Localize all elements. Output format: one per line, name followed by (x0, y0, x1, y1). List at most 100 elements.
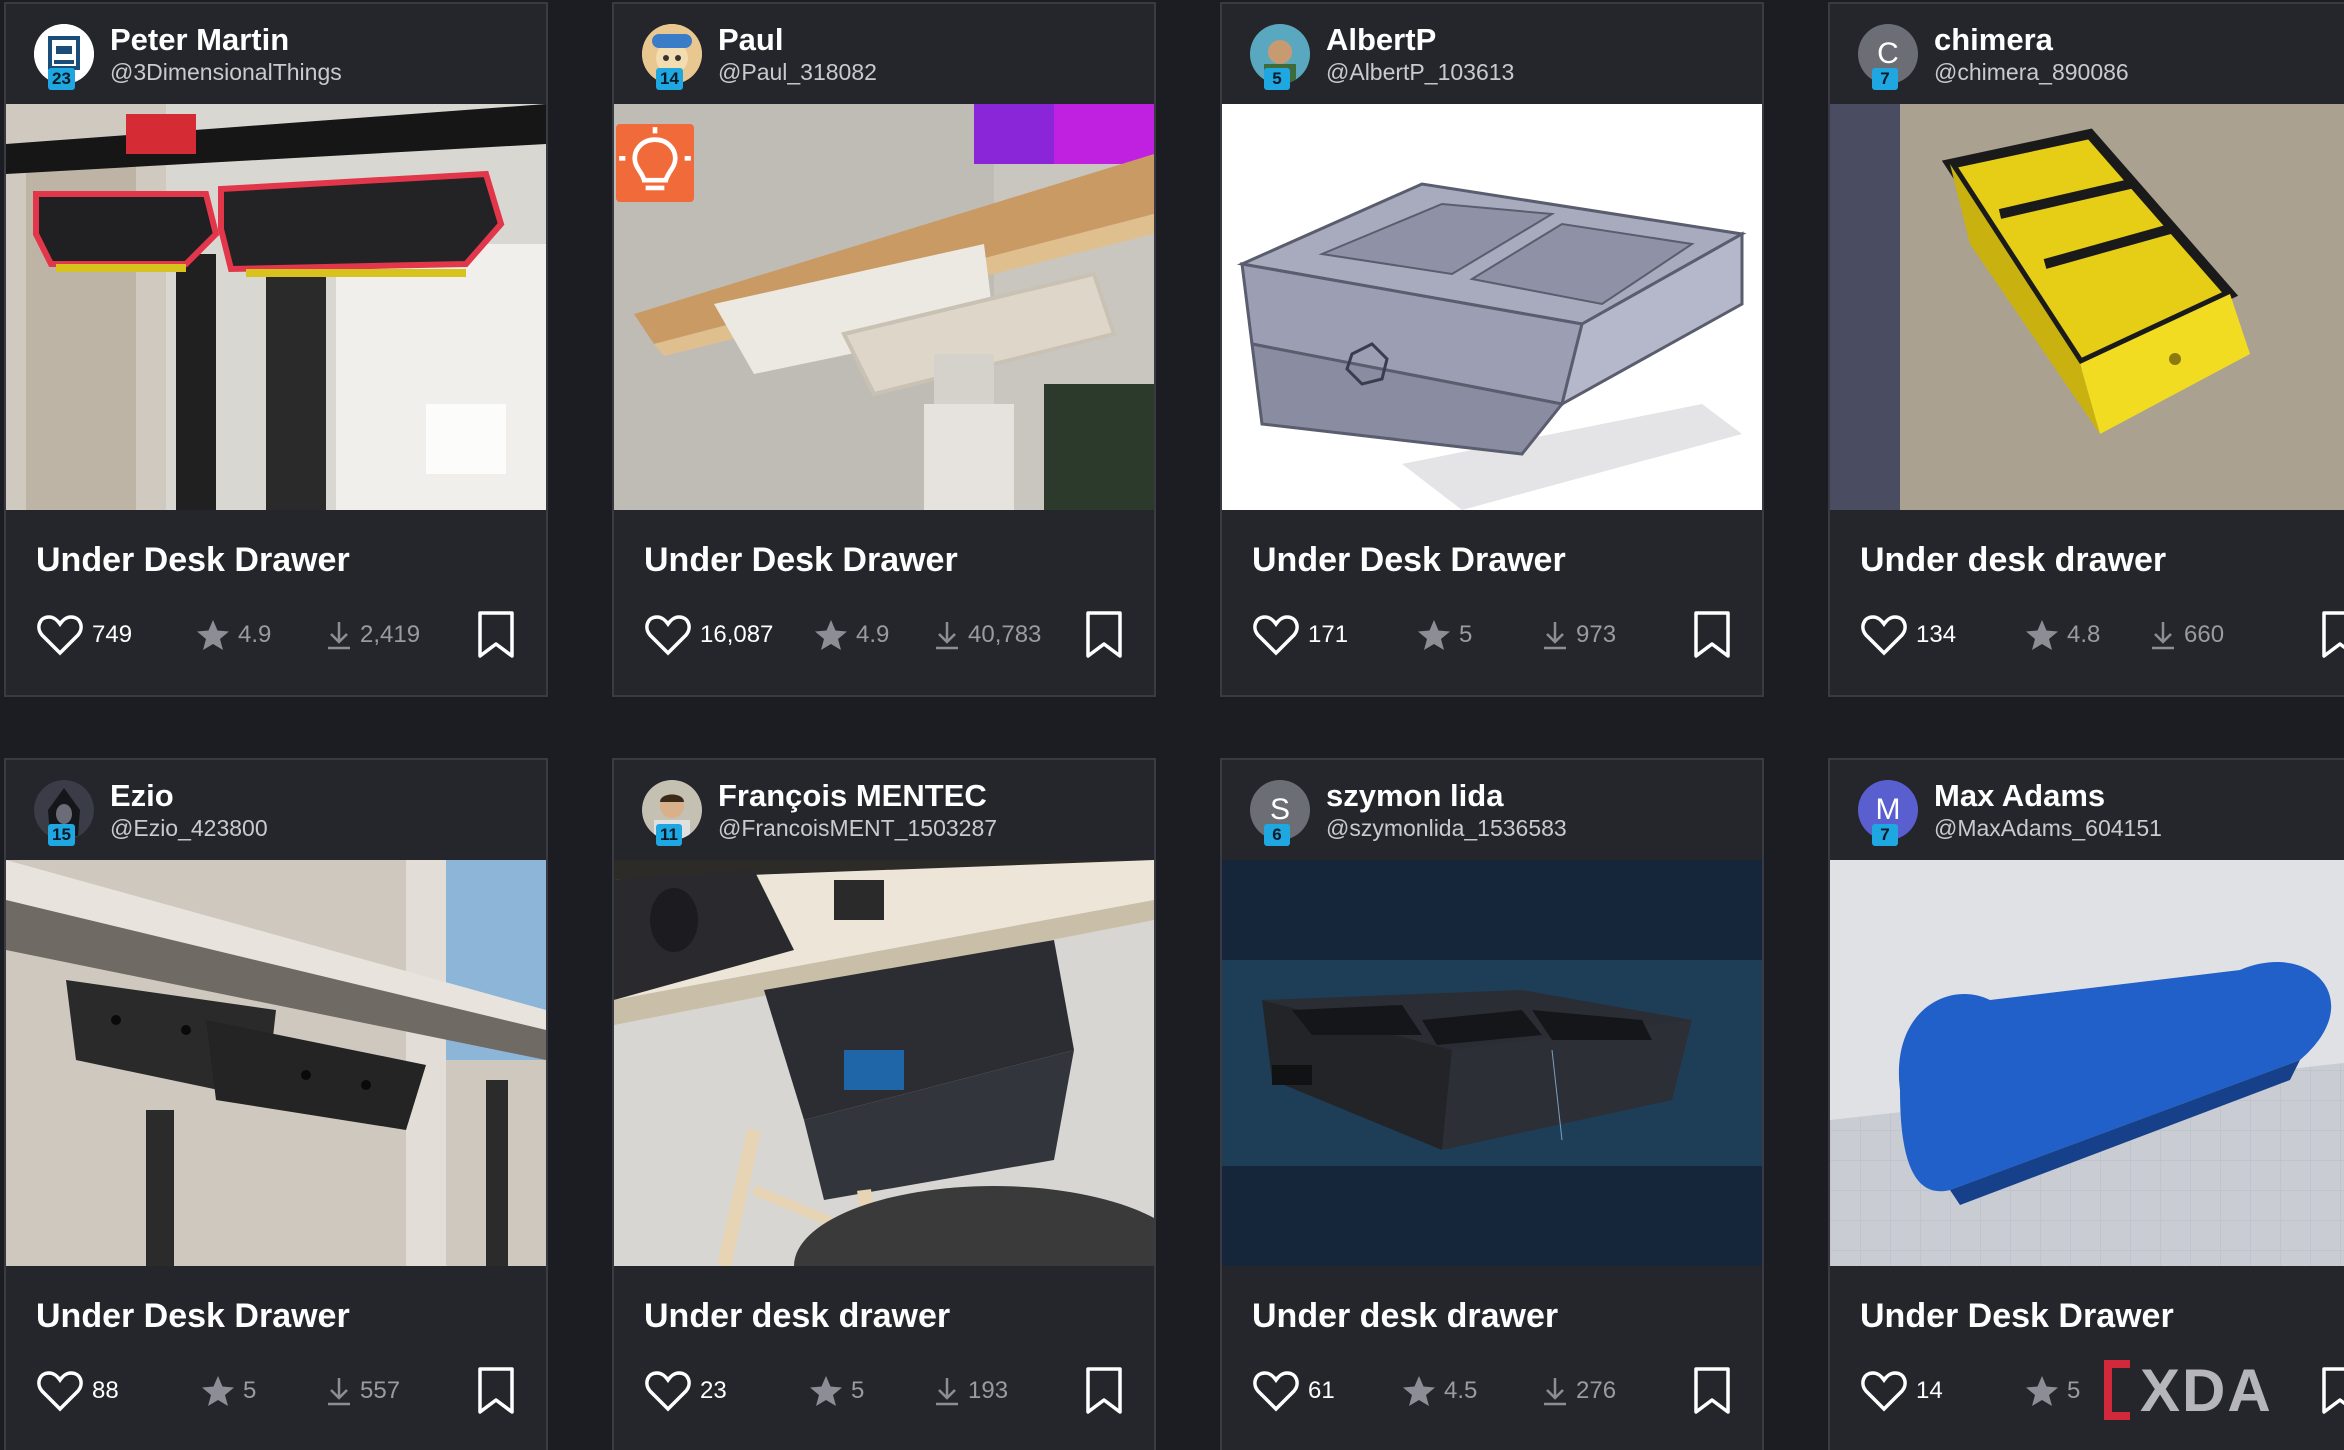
model-card[interactable]: 15 Ezio @Ezio_423800 Under Desk Drawer 8… (4, 758, 548, 1450)
user-handle[interactable]: @szymonlida_1536583 (1326, 814, 1567, 842)
model-card[interactable]: C 7 chimera @chimera_890086 Under desk d… (1828, 2, 2344, 697)
user-name[interactable]: AlbertP (1326, 22, 1514, 58)
like-count: 14 (1916, 1377, 1943, 1404)
bookmark-icon (1694, 611, 1730, 658)
downloads: 193 (934, 1376, 1008, 1406)
card-header: C 7 chimera @chimera_890086 (1830, 4, 2344, 104)
model-title[interactable]: Under Desk Drawer (1252, 540, 1732, 580)
user-avatar[interactable]: 23 (34, 24, 94, 90)
star-icon (1418, 620, 1450, 650)
white-drawer-under-wood-desk-photo[interactable] (614, 104, 1154, 510)
download-count: 40,783 (968, 621, 1042, 648)
level-badge: 14 (656, 68, 683, 90)
user-name[interactable]: François MENTEC (718, 778, 997, 814)
user-handle[interactable]: @3DimensionalThings (110, 58, 342, 86)
model-card[interactable]: M 7 Max Adams @MaxAdams_604151 Under Des… (1828, 758, 2344, 1450)
like-button[interactable]: 134 (1860, 613, 1956, 657)
black-drawers-under-desk-photo[interactable] (6, 104, 546, 510)
user-avatar[interactable]: M 7 (1858, 780, 1918, 846)
model-card[interactable]: S 6 szymon lida @szymonlida_1536583 Unde… (1220, 758, 1764, 1450)
model-grid: 23 Peter Martin @3DimensionalThings Unde… (0, 0, 2344, 1450)
like-button[interactable]: 14 (1860, 1369, 1943, 1413)
user-avatar[interactable]: 5 (1250, 24, 1310, 90)
model-title[interactable]: Under desk drawer (1252, 1296, 1732, 1336)
bookmark-button[interactable] (1084, 610, 1124, 665)
bookmark-button[interactable] (1692, 610, 1732, 665)
model-card[interactable]: 14 Paul @Paul_318082 Under Desk Drawer 1… (612, 2, 1156, 697)
download-icon (328, 622, 350, 650)
star-icon (2026, 620, 2058, 650)
rating: 4.8 (2025, 619, 2100, 651)
bookmark-button[interactable] (476, 1366, 516, 1421)
user-name[interactable]: Ezio (110, 778, 268, 814)
blue-rounded-part-render[interactable] (1830, 860, 2344, 1266)
model-title[interactable]: Under desk drawer (644, 1296, 1124, 1336)
download-count: 973 (1576, 621, 1617, 648)
download-count: 557 (360, 1377, 401, 1404)
level-badge: 5 (1264, 68, 1290, 90)
user-avatar[interactable]: C 7 (1858, 24, 1918, 90)
bookmark-button[interactable] (476, 610, 516, 665)
user-avatar[interactable]: 11 (642, 780, 702, 846)
like-button[interactable]: 749 (36, 613, 132, 657)
bookmark-icon (478, 1367, 514, 1414)
star-icon (810, 1376, 842, 1406)
bookmark-button[interactable] (1692, 1366, 1732, 1421)
rating-value: 5 (2067, 1377, 2081, 1404)
bookmark-button[interactable] (2320, 610, 2344, 665)
rating: 4.9 (814, 619, 889, 651)
model-title[interactable]: Under Desk Drawer (36, 1296, 516, 1336)
heart-icon (645, 1371, 691, 1412)
rating-value: 5 (243, 1377, 257, 1404)
like-count: 16,087 (700, 621, 774, 648)
model-title[interactable]: Under Desk Drawer (1860, 1296, 2340, 1336)
user-name[interactable]: Peter Martin (110, 22, 342, 58)
open-black-drawer-under-desk-photo[interactable] (614, 860, 1154, 1266)
download-icon (1544, 622, 1566, 650)
like-button[interactable]: 88 (36, 1369, 119, 1413)
model-card[interactable]: 23 Peter Martin @3DimensionalThings Unde… (4, 2, 548, 697)
downloads: 40,783 (934, 620, 1041, 650)
lightbulb-icon (619, 127, 691, 191)
user-handle[interactable]: @chimera_890086 (1934, 58, 2129, 86)
bookmark-icon (1086, 1367, 1122, 1414)
model-card[interactable]: 11 François MENTEC @FrancoisMENT_1503287 (612, 758, 1156, 1450)
bookmark-icon (1086, 611, 1122, 658)
dark-render-drawer[interactable] (1222, 860, 1762, 1266)
level-badge: 15 (48, 824, 75, 846)
xda-logo-icon (2104, 1360, 2130, 1420)
model-card[interactable]: 5 AlbertP @AlbertP_103613 Under Desk Dra… (1220, 2, 1764, 697)
cad-drawer-render[interactable] (1222, 104, 1762, 510)
star-icon (197, 620, 229, 650)
user-handle[interactable]: @AlbertP_103613 (1326, 58, 1514, 86)
user-avatar[interactable]: 14 (642, 24, 702, 90)
like-button[interactable]: 61 (1252, 1369, 1335, 1413)
user-avatar[interactable]: 15 (34, 780, 94, 846)
model-title[interactable]: Under desk drawer (1860, 540, 2340, 580)
like-button[interactable]: 16,087 (644, 613, 773, 657)
user-name[interactable]: Max Adams (1934, 778, 2162, 814)
model-title[interactable]: Under Desk Drawer (644, 540, 1124, 580)
user-handle[interactable]: @Paul_318082 (718, 58, 877, 86)
user-name[interactable]: Paul (718, 22, 877, 58)
user-name[interactable]: chimera (1934, 22, 2129, 58)
bookmark-button[interactable] (1084, 1366, 1124, 1421)
yellow-drawer-on-carpet-photo[interactable] (1830, 104, 2344, 510)
user-handle[interactable]: @FrancoisMENT_1503287 (718, 814, 997, 842)
level-badge: 6 (1264, 824, 1290, 846)
level-badge: 23 (48, 68, 75, 90)
like-button[interactable]: 171 (1252, 613, 1348, 657)
downloads: 2,419 (326, 620, 420, 650)
rating: 5 (2025, 1375, 2080, 1407)
user-handle[interactable]: @MaxAdams_604151 (1934, 814, 2162, 842)
like-button[interactable]: 23 (644, 1369, 727, 1413)
user-handle[interactable]: @Ezio_423800 (110, 814, 268, 842)
downloads: 557 (326, 1376, 400, 1406)
user-avatar[interactable]: S 6 (1250, 780, 1310, 846)
download-icon (2152, 622, 2174, 650)
model-title[interactable]: Under Desk Drawer (36, 540, 516, 580)
star-icon (2026, 1376, 2058, 1406)
dark-drawers-under-desk-photo[interactable] (6, 860, 546, 1266)
like-count: 88 (92, 1377, 119, 1404)
user-name[interactable]: szymon lida (1326, 778, 1567, 814)
